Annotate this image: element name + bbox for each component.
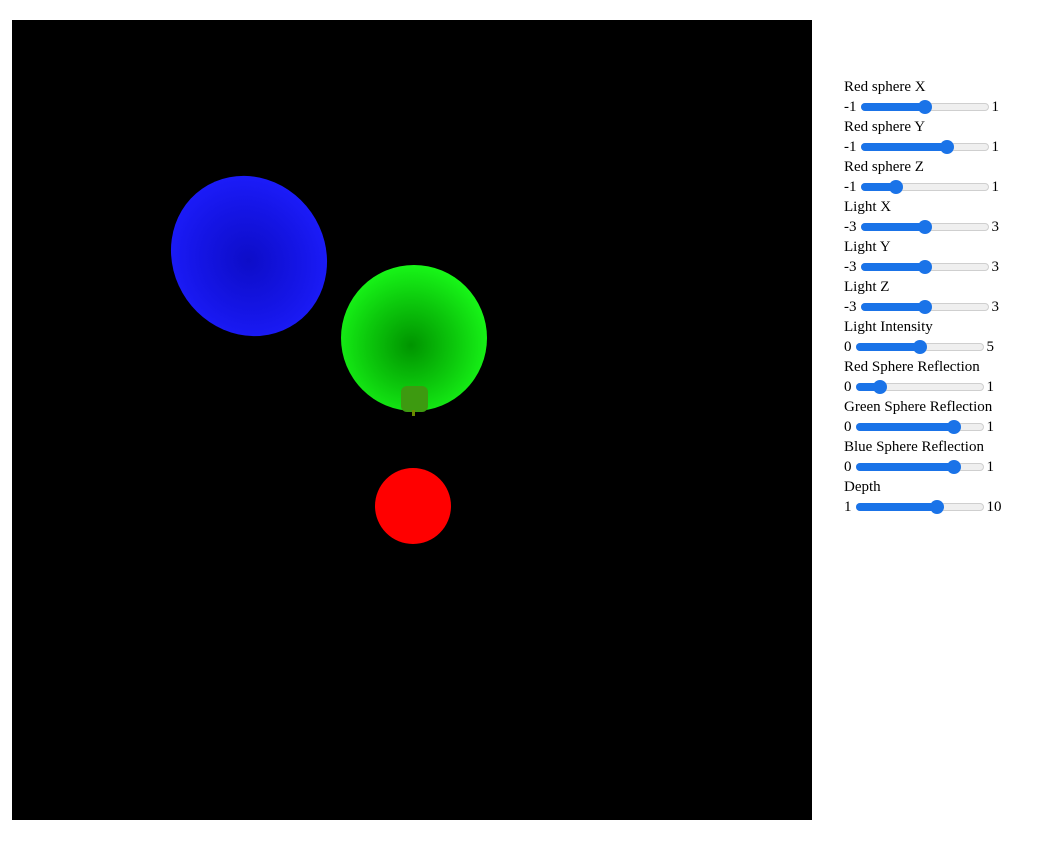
green-sphere-reflection-tail — [412, 410, 415, 416]
blue-sphere-reflection-label: Blue Sphere Reflection — [844, 439, 984, 455]
light-z-slider-thumb[interactable] — [917, 300, 932, 314]
blue-sphere-reflection-slider-fill — [855, 463, 954, 471]
control-light-x: Light X -3 3 — [844, 198, 1034, 238]
light-x-min-value: -3 — [844, 218, 857, 235]
light-y-min-value: -3 — [844, 258, 857, 275]
light-intensity-slider-fill — [855, 343, 920, 351]
light-z-slider[interactable] — [860, 299, 989, 315]
red-sphere-x-min-value: -1 — [844, 98, 857, 115]
red-sphere-z-label: Red sphere Z — [844, 159, 924, 175]
control-red-sphere-reflection: Red Sphere Reflection 0 1 — [844, 358, 1034, 398]
depth-slider-thumb[interactable] — [929, 500, 944, 514]
green-sphere-reflection-max-value: 1 — [986, 418, 995, 435]
red-sphere-z-slider-thumb[interactable] — [889, 180, 903, 194]
blue-sphere-reflection-slider-thumb[interactable] — [946, 460, 961, 474]
control-red-sphere-z: Red sphere Z -1 1 — [844, 158, 1034, 198]
control-red-sphere-x: Red sphere X -1 1 — [844, 78, 1034, 118]
light-intensity-max-value: 5 — [986, 338, 995, 355]
red-sphere-y-slider-thumb[interactable] — [940, 140, 955, 154]
depth-max-value: 10 — [986, 498, 1002, 515]
green-sphere-reflection-label: Green Sphere Reflection — [844, 399, 993, 415]
green-sphere-reflection-spot — [401, 386, 428, 412]
render-canvas[interactable] — [12, 20, 812, 820]
depth-slider[interactable] — [855, 499, 984, 515]
control-light-y: Light Y -3 3 — [844, 238, 1034, 278]
light-intensity-slider-thumb[interactable] — [912, 340, 927, 354]
red-sphere-reflection-slider-row: 01 — [844, 376, 1034, 398]
red-sphere-y-max-value: 1 — [991, 138, 1000, 155]
light-x-slider-fill — [860, 223, 925, 231]
red-sphere-z-slider[interactable] — [860, 179, 989, 195]
light-y-label: Light Y — [844, 239, 891, 255]
depth-slider-row: 1 10 — [844, 496, 1034, 518]
green-sphere-reflection-slider-row: 01 — [844, 416, 1034, 438]
red-sphere-reflection-slider-thumb[interactable] — [872, 380, 887, 394]
blue-sphere-reflection-max-value: 1 — [986, 458, 995, 475]
light-y-slider-thumb[interactable] — [917, 260, 932, 274]
red-sphere-reflection-slider[interactable] — [855, 379, 984, 395]
green-sphere-reflection-slider-fill — [855, 423, 954, 431]
red-sphere-x-label: Red sphere X — [844, 79, 926, 95]
light-intensity-label: Light Intensity — [844, 319, 933, 335]
control-red-sphere-y: Red sphere Y -1 1 — [844, 118, 1034, 158]
light-x-slider-thumb[interactable] — [917, 220, 932, 234]
red-sphere-reflection-label: Red Sphere Reflection — [844, 359, 980, 375]
light-x-slider[interactable] — [860, 219, 989, 235]
light-y-slider[interactable] — [860, 259, 989, 275]
red-sphere-reflection-max-value: 1 — [986, 378, 995, 395]
blue-sphere-reflection-slider-row: 01 — [844, 456, 1034, 478]
green-sphere-reflection-slider[interactable] — [855, 419, 984, 435]
light-intensity-slider[interactable] — [855, 339, 984, 355]
light-z-slider-row: -3 3 — [844, 296, 1034, 318]
light-y-max-value: 3 — [991, 258, 1000, 275]
light-x-max-value: 3 — [991, 218, 1000, 235]
red-sphere-z-max-value: 1 — [991, 178, 1000, 195]
light-intensity-min-value: 0 — [844, 338, 852, 355]
depth-label: Depth — [844, 479, 881, 495]
light-y-slider-fill — [860, 263, 925, 271]
red-sphere-z-min-value: -1 — [844, 178, 857, 195]
red-sphere-y-slider-fill — [860, 143, 948, 151]
light-z-max-value: 3 — [991, 298, 1000, 315]
depth-slider-fill — [855, 503, 937, 511]
depth-min-value: 1 — [844, 498, 852, 515]
red-sphere-y-label: Red sphere Y — [844, 119, 926, 135]
blue-sphere-reflection-slider[interactable] — [855, 459, 984, 475]
light-y-slider-row: -3 3 — [844, 256, 1034, 278]
control-blue-sphere-reflection: Blue Sphere Reflection 0 1 — [844, 438, 1034, 478]
light-z-label: Light Z — [844, 279, 890, 295]
control-light-z: Light Z -3 3 — [844, 278, 1034, 318]
light-z-min-value: -3 — [844, 298, 857, 315]
green-sphere-reflection-min-value: 0 — [844, 418, 852, 435]
scene-svg — [12, 20, 812, 820]
red-sphere-x-max-value: 1 — [991, 98, 1000, 115]
red-sphere-x-slider-row: -1 1 — [844, 96, 1034, 118]
control-light-intensity: Light Intensity 0 5 — [844, 318, 1034, 358]
red-sphere-x-slider-fill — [860, 103, 925, 111]
red-sphere-reflection-min-value: 0 — [844, 378, 852, 395]
light-intensity-slider-row: 05 — [844, 336, 1034, 358]
red-sphere-x-slider[interactable] — [860, 99, 989, 115]
red-sphere-y-slider-row: -1 1 — [844, 136, 1034, 158]
red-sphere-z-slider-row: -1 1 — [844, 176, 1034, 198]
light-x-slider-row: -3 3 — [844, 216, 1034, 238]
red-sphere-x-slider-thumb[interactable] — [917, 100, 932, 114]
blue-sphere-reflection-min-value: 0 — [844, 458, 852, 475]
light-x-label: Light X — [844, 199, 892, 215]
control-depth: Depth 1 10 — [844, 478, 1034, 518]
light-z-slider-fill — [860, 303, 925, 311]
red-sphere — [375, 468, 451, 544]
red-sphere-y-min-value: -1 — [844, 138, 857, 155]
red-sphere-y-slider[interactable] — [860, 139, 989, 155]
green-sphere-reflection-slider-thumb[interactable] — [946, 420, 961, 434]
control-green-sphere-reflection: Green Sphere Reflection 0 1 — [844, 398, 1034, 438]
controls-panel: Red sphere X -1 1 Red sphere Y -1 1 Red sphere… — [844, 78, 1034, 518]
